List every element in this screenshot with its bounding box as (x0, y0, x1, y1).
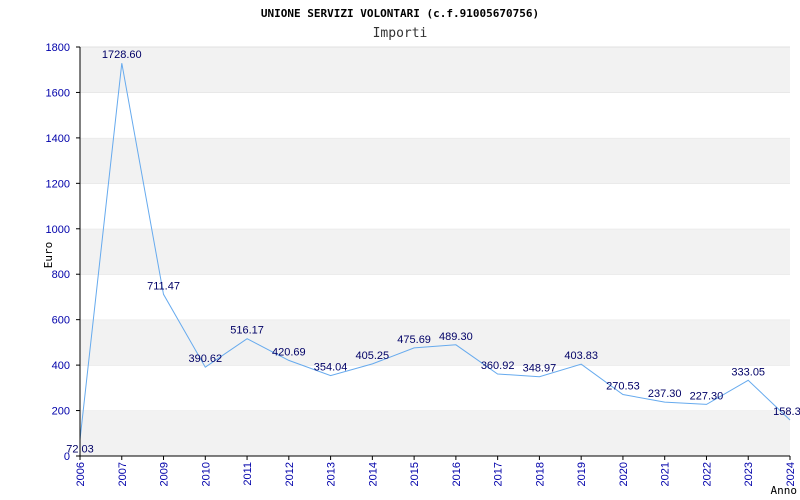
x-axis-label: Anno (771, 484, 798, 497)
data-label: 333.05 (731, 366, 765, 378)
data-label: 475.69 (397, 334, 431, 346)
x-tick-label: 2023 (743, 462, 755, 486)
data-label: 390.62 (188, 353, 222, 365)
y-tick-label: 1600 (46, 87, 70, 99)
x-tick-label: 2021 (660, 462, 672, 486)
y-tick-label: 200 (52, 406, 70, 418)
grid-band (80, 274, 790, 320)
y-tick-label: 1000 (46, 224, 70, 236)
x-tick-label: 2022 (701, 462, 713, 486)
grid-band (80, 183, 790, 229)
x-tick-label: 2020 (618, 462, 630, 486)
y-tick-label: 800 (52, 269, 70, 281)
x-tick-label: 2014 (367, 462, 379, 486)
grid-band (80, 228, 790, 275)
x-axis-ticks: 2006 2007 2009 2010 2011 2012 2013 2014 2015 2016… (75, 456, 797, 486)
x-tick-label: 2009 (159, 462, 171, 486)
data-label: 270.53 (606, 381, 640, 393)
x-tick-label: 2024 (785, 462, 797, 486)
x-tick-label: 2017 (493, 462, 505, 486)
x-tick-label: 2016 (451, 462, 463, 486)
y-tick-label: 1400 (46, 133, 70, 145)
data-label: 1728.60 (102, 49, 142, 61)
data-label: 227.30 (690, 390, 724, 402)
x-tick-label: 2012 (284, 462, 296, 486)
data-label: 516.17 (230, 325, 264, 337)
y-tick-label: 600 (52, 315, 70, 327)
chart-subtitle: Importi (373, 26, 428, 41)
grid-band (80, 410, 790, 456)
x-tick-label: 2006 (75, 462, 87, 486)
x-tick-label: 2018 (534, 462, 546, 486)
data-label: 360.92 (481, 360, 515, 372)
line-chart: UNIONE SERVIZI VOLONTARI (c.f.9100567075… (42, 7, 800, 497)
grid-bands (80, 46, 790, 456)
data-label: 711.47 (147, 280, 180, 292)
data-label: 237.30 (648, 388, 682, 400)
x-tick-label: 2010 (200, 462, 212, 486)
x-tick-label: 2019 (576, 462, 588, 486)
grid-band (80, 92, 790, 138)
y-tick-label: 1800 (46, 42, 70, 54)
y-tick-label: 400 (52, 360, 70, 372)
data-label: 405.25 (356, 350, 390, 362)
data-label: 420.69 (272, 346, 306, 358)
data-label: 403.83 (564, 350, 598, 362)
grid-band (80, 137, 790, 184)
x-tick-label: 2013 (326, 462, 338, 486)
grid-band (80, 319, 790, 366)
y-axis-label: Euro (42, 242, 55, 269)
data-label: 348.97 (523, 363, 557, 375)
grid-band (80, 365, 790, 411)
data-label: 354.04 (314, 362, 348, 374)
chart-title: UNIONE SERVIZI VOLONTARI (c.f.9100567075… (261, 7, 539, 20)
data-label: 489.30 (439, 331, 473, 343)
x-tick-label: 2015 (409, 462, 421, 486)
grid-band (80, 47, 790, 93)
x-tick-label: 2011 (242, 462, 254, 486)
x-tick-label: 2007 (117, 462, 129, 486)
data-label: 158.37 (773, 406, 800, 418)
y-tick-label: 1200 (46, 178, 70, 190)
